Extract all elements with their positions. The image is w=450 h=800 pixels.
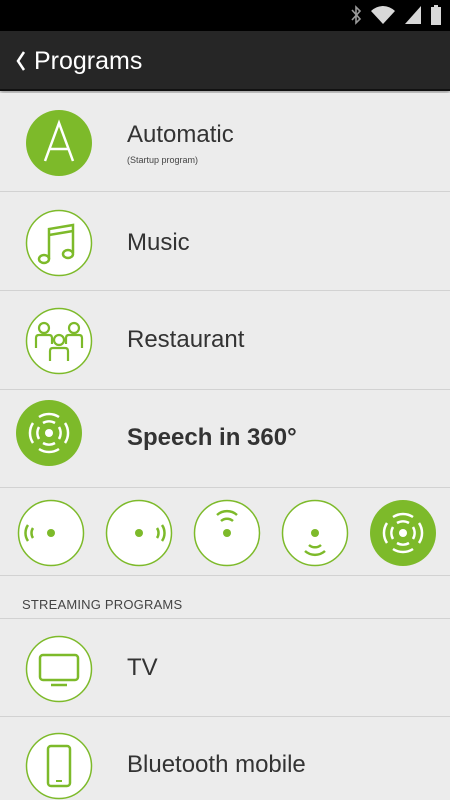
program-item-restaurant[interactable]: Restaurant [0,292,450,390]
speech-back-icon[interactable] [281,499,349,567]
program-sublabel: (Startup program) [127,155,199,165]
program-label: Restaurant [127,326,245,353]
section-header-streaming: STREAMING PROGRAMS [0,576,450,619]
program-label: Automatic [127,121,234,148]
program-item-speech-360[interactable]: Speech in 360° [0,391,450,488]
bluetooth-icon [351,5,362,25]
battery-icon [431,5,441,25]
speech-direction-selector [0,489,450,576]
streaming-item-bluetooth-mobile[interactable]: Bluetooth mobile [0,718,450,800]
speech-360-icon[interactable] [369,499,437,567]
streaming-label: Bluetooth mobile [127,751,306,778]
tv-icon [25,635,93,703]
streaming-label: TV [127,654,158,681]
signal-icon [405,6,421,24]
phone-icon [25,732,93,800]
speech-360-icon [16,400,82,466]
letter-a-icon [26,110,92,176]
status-bar [0,0,450,31]
chevron-left-icon[interactable] [12,47,30,75]
program-item-automatic[interactable]: Automatic (Startup program) [0,93,450,192]
speech-left-icon[interactable] [17,499,85,567]
section-title: STREAMING PROGRAMS [22,597,183,612]
speech-right-icon[interactable] [105,499,173,567]
program-label: Music [127,229,190,256]
wifi-icon [371,6,395,24]
streaming-item-tv[interactable]: TV [0,620,450,717]
music-note-icon [25,209,93,277]
page-title[interactable]: Programs [34,45,142,77]
program-item-music[interactable]: Music [0,193,450,291]
speech-front-icon[interactable] [193,499,261,567]
people-group-icon [25,307,93,375]
action-bar: Programs [0,31,450,91]
program-label: Speech in 360° [127,424,297,451]
